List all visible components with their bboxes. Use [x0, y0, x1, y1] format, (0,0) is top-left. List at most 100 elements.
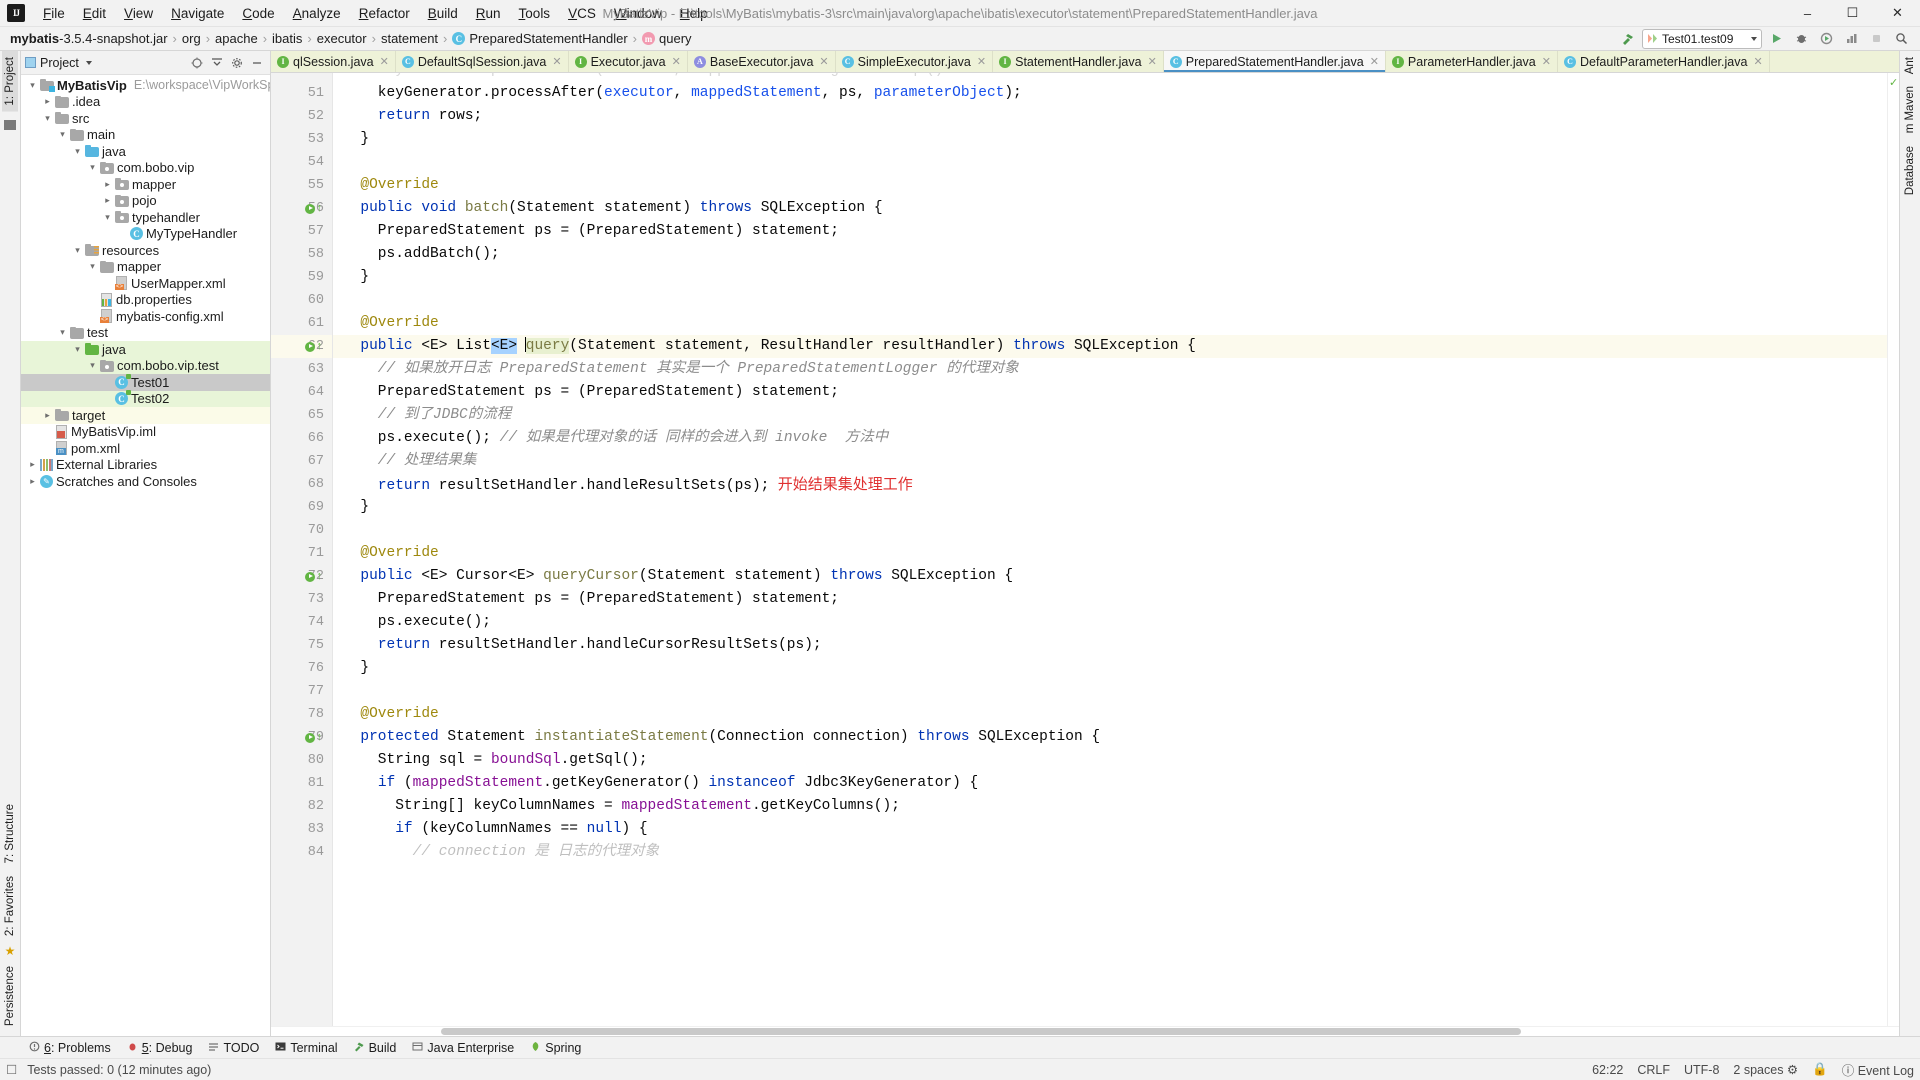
line-number-71[interactable]: 71: [271, 542, 332, 565]
code-line-82[interactable]: String[] keyColumnNames = mappedStatemen…: [333, 795, 1887, 818]
tree-item-java[interactable]: ▾java: [21, 341, 270, 358]
tree-item-mybatisvip-iml[interactable]: ▸MyBatisVip.iml: [21, 424, 270, 441]
code-line-59[interactable]: }: [333, 266, 1887, 289]
line-number-72[interactable]: ↑72: [271, 565, 332, 588]
chevron-right-icon[interactable]: ▸: [102, 179, 113, 190]
menu-edit[interactable]: Edit: [74, 3, 115, 24]
menu-help[interactable]: Help: [671, 3, 717, 24]
close-icon[interactable]: ✕: [672, 55, 681, 68]
run-test-icon[interactable]: [305, 733, 315, 743]
menu-analyze[interactable]: Analyze: [284, 3, 350, 24]
tree-item-scratches-and-consoles[interactable]: ▸✎Scratches and Consoles: [21, 473, 270, 490]
file-encoding[interactable]: UTF-8: [1684, 1063, 1719, 1077]
code-line-70[interactable]: [333, 519, 1887, 542]
line-number-65[interactable]: 65: [271, 404, 332, 427]
sidebar-item-structure[interactable]: 7: Structure: [2, 798, 18, 869]
line-number-75[interactable]: 75: [271, 634, 332, 657]
line-number-68[interactable]: 68: [271, 473, 332, 496]
code-line-53[interactable]: }: [333, 128, 1887, 151]
code-line-56[interactable]: public void batch(Statement statement) t…: [333, 197, 1887, 220]
line-number-83[interactable]: 83⎯: [271, 818, 332, 841]
breadcrumb-item-preparedstatementhandler[interactable]: CPreparedStatementHandler: [452, 31, 627, 46]
project-tree[interactable]: ▾MyBatisVipE:\workspace\VipWorkSpace\M▸.…: [21, 75, 270, 1036]
code-line-75[interactable]: return resultSetHandler.handleCursorResu…: [333, 634, 1887, 657]
tree-item-pojo[interactable]: ▸pojo: [21, 193, 270, 210]
breadcrumb[interactable]: mybatis-3.5.4-snapshot.jar›org›apache›ib…: [10, 31, 692, 46]
code-line-84[interactable]: // connection 是 日志的代理对象: [333, 841, 1887, 864]
close-icon[interactable]: ✕: [977, 55, 986, 68]
chevron-down-icon[interactable]: ▾: [87, 162, 98, 173]
editor-tab-parameterhandler[interactable]: IParameterHandler.java✕: [1386, 51, 1558, 72]
code-line-55[interactable]: @Override: [333, 174, 1887, 197]
line-number-51[interactable]: 51: [271, 82, 332, 105]
line-number-64[interactable]: 64: [271, 381, 332, 404]
chevron-right-icon[interactable]: ▸: [27, 459, 38, 470]
locate-icon[interactable]: [188, 54, 206, 72]
settings-gear-icon[interactable]: [228, 54, 246, 72]
sidebar-item-favorites[interactable]: 2: Favorites: [2, 870, 18, 942]
editor-tab-defaultparameterhandler[interactable]: CDefaultParameterHandler.java✕: [1558, 51, 1770, 72]
chevron-down-icon[interactable]: ▾: [42, 113, 53, 124]
breadcrumb-item-query[interactable]: mquery: [642, 31, 692, 46]
breadcrumb-item-statement[interactable]: statement: [381, 31, 438, 46]
line-number-57[interactable]: 57: [271, 220, 332, 243]
menu-code[interactable]: Code: [233, 3, 283, 24]
editor-tab-defaultsqlsession[interactable]: CDefaultSqlSession.java✕: [396, 51, 569, 72]
line-number-69[interactable]: 69⎯: [271, 496, 332, 519]
bottom-tool-terminal[interactable]: Terminal: [268, 1039, 344, 1057]
line-number-59[interactable]: 59⎯: [271, 266, 332, 289]
tree-item-test02[interactable]: ▸CTest02: [21, 391, 270, 408]
code-line-52[interactable]: return rows;: [333, 105, 1887, 128]
chevron-down-icon[interactable]: ▾: [72, 344, 83, 355]
line-number-67[interactable]: 67: [271, 450, 332, 473]
bottom-tool-build[interactable]: Build: [347, 1039, 404, 1057]
chevron-right-icon[interactable]: ▸: [27, 476, 38, 487]
code-line-64[interactable]: PreparedStatement ps = (PreparedStatemen…: [333, 381, 1887, 404]
tree-item-src[interactable]: ▾src: [21, 110, 270, 127]
code-line-78[interactable]: @Override: [333, 703, 1887, 726]
code-line-76[interactable]: }: [333, 657, 1887, 680]
run-gutter-icon[interactable]: ↑: [305, 572, 323, 582]
sidebar-item-maven[interactable]: m Maven: [1902, 80, 1918, 139]
sidebar-item-ant[interactable]: Ant: [1902, 51, 1918, 80]
profiler-icon[interactable]: [1840, 29, 1862, 49]
editor-tab-qlsession[interactable]: IqlSession.java✕: [271, 51, 396, 72]
code-line-50[interactable]: keyGenerator.processAfter(executor, mapp…: [333, 73, 1887, 82]
editor-tab-executor[interactable]: IExecutor.java✕: [569, 51, 688, 72]
bottom-tool-5-debug[interactable]: 5: Debug: [120, 1039, 200, 1057]
run-test-icon[interactable]: [305, 572, 315, 582]
menu-vcs[interactable]: VCS: [559, 3, 605, 24]
override-marker-icon[interactable]: ↑: [316, 733, 323, 743]
tree-item-test[interactable]: ▾test: [21, 325, 270, 342]
run-with-coverage-icon[interactable]: [1815, 29, 1837, 49]
line-number-80[interactable]: 80: [271, 749, 332, 772]
code-line-61[interactable]: @Override: [333, 312, 1887, 335]
event-log-button[interactable]: ⓘ Event Log: [1842, 1060, 1914, 1079]
line-number-81[interactable]: 81⎯: [271, 772, 332, 795]
close-icon[interactable]: ✕: [1148, 55, 1157, 68]
code-line-58[interactable]: ps.addBatch();: [333, 243, 1887, 266]
line-number-gutter[interactable]: 50515253⎯5455↑56575859⎯6061↑626364656667…: [271, 73, 333, 1026]
build-hammer-icon[interactable]: [1617, 29, 1639, 49]
line-number-82[interactable]: 82: [271, 795, 332, 818]
close-icon[interactable]: ✕: [1370, 55, 1379, 68]
line-number-66[interactable]: 66: [271, 427, 332, 450]
line-number-53[interactable]: 53⎯: [271, 128, 332, 151]
close-icon[interactable]: ✕: [380, 55, 389, 68]
tree-item-target[interactable]: ▸target: [21, 407, 270, 424]
tree-item--idea[interactable]: ▸.idea: [21, 94, 270, 111]
code-line-60[interactable]: [333, 289, 1887, 312]
line-number-70[interactable]: 70: [271, 519, 332, 542]
tree-item-java[interactable]: ▾java: [21, 143, 270, 160]
menu-refactor[interactable]: Refactor: [350, 3, 419, 24]
run-gutter-icon[interactable]: ↑: [305, 204, 323, 214]
bottom-tool-spring[interactable]: Spring: [523, 1039, 588, 1057]
close-icon[interactable]: ✕: [1542, 55, 1551, 68]
caret-position[interactable]: 62:22: [1592, 1063, 1623, 1077]
status-hide-icon[interactable]: ☐: [6, 1062, 17, 1077]
debug-icon[interactable]: [1790, 29, 1812, 49]
line-number-54[interactable]: 54: [271, 151, 332, 174]
menu-view[interactable]: View: [115, 3, 162, 24]
bottom-tool-bar[interactable]: 6: Problems5: DebugTODOTerminalBuildJava…: [0, 1036, 1920, 1058]
code-line-74[interactable]: ps.execute();: [333, 611, 1887, 634]
